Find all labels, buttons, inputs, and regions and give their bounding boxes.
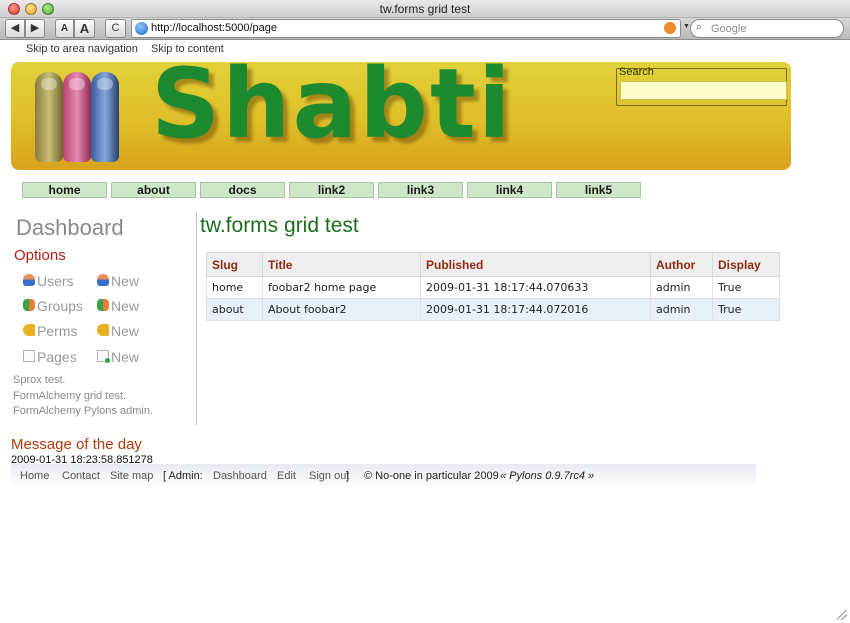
back-button[interactable]: ◀ [5, 19, 25, 38]
cell-published: 2009-01-31 18:17:44.072016 [420, 298, 651, 321]
page-icon [23, 350, 35, 362]
column-header-slug[interactable]: Slug [206, 252, 263, 277]
footer-admin-label: [ Admin: [163, 470, 203, 482]
cell-author: admin [650, 298, 713, 321]
new-perm-link[interactable]: New [111, 323, 139, 339]
window-title: tw.forms grid test [379, 2, 471, 16]
footer-pylons-version: « Pylons 0.9.7rc4 » [500, 470, 595, 482]
site-banner: Shabti Search [11, 62, 791, 170]
cell-display: True [712, 298, 780, 321]
cell-published: 2009-01-31 18:17:44.070633 [420, 276, 651, 299]
data-grid: Slug Title Published Author Display home… [206, 252, 780, 321]
dashboard-title[interactable]: Dashboard [16, 215, 124, 241]
footer-home-link[interactable]: Home [20, 470, 49, 482]
cell-title: foobar2 home page [262, 276, 421, 299]
window-titlebar: tw.forms grid test [0, 0, 850, 18]
new-perm-icon [97, 324, 109, 336]
skip-links: Skip to area navigation Skip to content [26, 43, 234, 55]
sprox-test-link[interactable]: Sprox test. [13, 374, 66, 386]
chevron-down-icon[interactable]: ▼ [683, 23, 690, 30]
skip-to-navigation-link[interactable]: Skip to area navigation [26, 43, 138, 55]
user-icon [23, 274, 35, 286]
site-search-input[interactable] [620, 81, 787, 100]
cell-slug: about [206, 298, 263, 321]
groups-link[interactable]: Groups [37, 298, 83, 314]
users-link[interactable]: Users [37, 273, 74, 289]
column-header-author[interactable]: Author [650, 252, 713, 277]
sidebar: Dashboard Options Users New Groups New P… [11, 212, 197, 425]
reload-button[interactable]: C [105, 19, 126, 38]
nav-tab-about[interactable]: about [111, 182, 196, 198]
nav-tab-link5[interactable]: link5 [556, 182, 641, 198]
url-text[interactable]: http://localhost:5000/page [151, 22, 277, 34]
cell-display: True [712, 276, 780, 299]
text-bigger-button[interactable]: A [74, 19, 95, 38]
forward-button[interactable]: ▶ [25, 19, 45, 38]
search-icon: ⌕ [696, 21, 703, 33]
new-user-icon [97, 274, 109, 286]
options-heading: Options [14, 247, 66, 264]
footer-contact-link[interactable]: Contact [62, 470, 100, 482]
column-header-title[interactable]: Title [262, 252, 421, 277]
column-header-published[interactable]: Published [420, 252, 651, 277]
perms-link[interactable]: Perms [37, 323, 77, 339]
search-label: Search [619, 66, 654, 78]
plus-badge-icon [105, 358, 110, 363]
table-row: home foobar2 home page 2009-01-31 18:17:… [206, 276, 780, 299]
formalchemy-pylons-admin-link[interactable]: FormAlchemy Pylons admin. [13, 405, 153, 417]
cell-title: About foobar2 [262, 298, 421, 321]
skip-to-content-link[interactable]: Skip to content [151, 43, 224, 55]
grid-header-row: Slug Title Published Author Display [206, 252, 780, 277]
footer-edit-link[interactable]: Edit [277, 470, 296, 482]
table-row: about About foobar2 2009-01-31 18:17:44.… [206, 298, 780, 321]
globe-icon [135, 22, 148, 35]
browser-search-field[interactable]: ⌕ Google [690, 19, 844, 38]
nav-tab-docs[interactable]: docs [200, 182, 285, 198]
cell-author: admin [650, 276, 713, 299]
search-placeholder: Google [711, 23, 747, 35]
new-page-link[interactable]: New [111, 349, 139, 365]
address-bar[interactable]: http://localhost:5000/page [131, 19, 681, 38]
shabti-figurine-image [35, 72, 63, 162]
new-group-icon [97, 299, 109, 311]
nav-tab-home[interactable]: home [22, 182, 107, 198]
resize-grip-icon[interactable] [837, 610, 847, 620]
cell-slug: home [206, 276, 263, 299]
group-icon [23, 299, 35, 311]
shabti-figurine-image [91, 72, 119, 162]
shabti-figurine-image [63, 72, 91, 162]
new-group-link[interactable]: New [111, 298, 139, 314]
page-title: tw.forms grid test [200, 214, 359, 237]
pages-link[interactable]: Pages [37, 349, 77, 365]
footer-copyright: © No-one in particular 2009 [364, 470, 499, 482]
nav-tab-link2[interactable]: link2 [289, 182, 374, 198]
footer-signout-link[interactable]: Sign out [309, 470, 349, 482]
new-user-link[interactable]: New [111, 273, 139, 289]
site-search-fieldset: Search [616, 66, 787, 106]
browser-toolbar: ◀ ▶ A A C http://localhost:5000/page ▼ ⌕… [0, 18, 850, 40]
rss-icon[interactable] [664, 22, 676, 34]
footer-dashboard-link[interactable]: Dashboard [213, 470, 267, 482]
formalchemy-grid-test-link[interactable]: FormAlchemy grid test. [13, 390, 126, 402]
text-smaller-button[interactable]: A [55, 19, 74, 38]
page-footer: Home Contact Site map [ Admin: Dashboard… [11, 464, 756, 488]
footer-admin-close: ] [346, 470, 350, 482]
column-header-display[interactable]: Display [712, 252, 780, 277]
footer-sitemap-link[interactable]: Site map [110, 470, 153, 482]
message-of-the-day-heading: Message of the day [11, 436, 142, 453]
key-icon [23, 324, 35, 336]
nav-tab-link4[interactable]: link4 [467, 182, 552, 198]
nav-tab-link3[interactable]: link3 [378, 182, 463, 198]
site-logo[interactable]: Shabti [151, 62, 513, 160]
